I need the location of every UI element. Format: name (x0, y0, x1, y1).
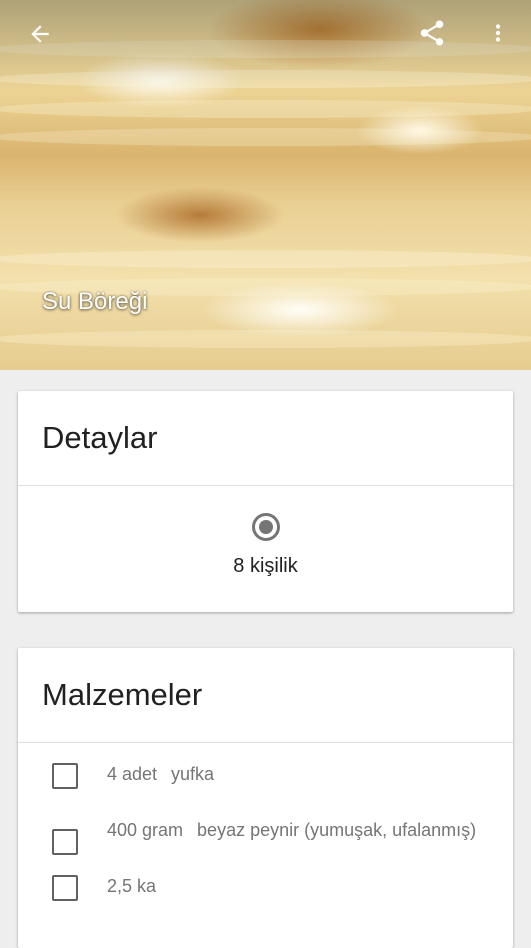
servings-radio-icon (251, 513, 280, 541)
servings-label: 8 kişilik (233, 555, 298, 577)
details-card: Detaylar 8 kişilik (18, 391, 513, 612)
recipe-title: Su Böreği (42, 288, 148, 315)
ingredients-heading: Malzemeler (18, 648, 513, 743)
ingredient-amount: 4 adet (107, 764, 158, 784)
ingredients-card: Malzemeler 4 adet yufka 400 gram beyaz pey… (18, 648, 513, 948)
ingredient-amount: 400 gram (107, 820, 184, 840)
ingredient-name: yufka (171, 764, 215, 784)
recipe-hero-image: Su Böreği (0, 0, 531, 370)
back-button[interactable] (22, 18, 58, 54)
ingredients-list: 4 adet yufka 400 gram beyaz peynir (yumuşa… (18, 743, 513, 919)
more-vert-icon (485, 20, 511, 51)
ingredient-checkbox[interactable] (52, 875, 78, 901)
details-heading: Detaylar (18, 391, 513, 486)
ingredient-amount: 2,5 ka (107, 876, 157, 896)
ingredient-name: beyaz peynir (yumuşak, ufalanmış) (197, 820, 477, 840)
ingredient-item: 2,5 ka (18, 875, 513, 919)
more-options-button[interactable] (482, 15, 514, 55)
ingredient-checkbox[interactable] (52, 829, 78, 855)
share-button[interactable] (412, 15, 452, 55)
ingredient-checkbox[interactable] (52, 763, 78, 789)
share-icon (417, 18, 447, 53)
arrow-back-icon (27, 21, 53, 52)
ingredient-item: 4 adet yufka (18, 763, 513, 807)
ingredient-item: 400 gram beyaz peynir (yumuşak, ufalanmış… (18, 819, 513, 863)
